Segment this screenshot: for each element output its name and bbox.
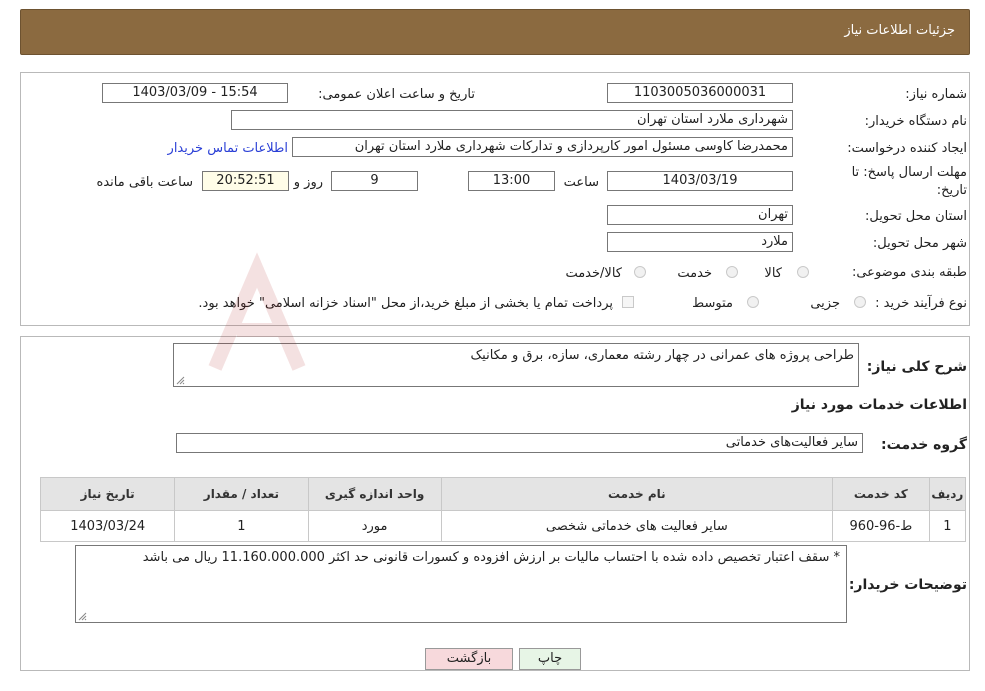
resize-grip-icon[interactable] — [176, 376, 185, 385]
cell-row-number: 1 — [928, 510, 967, 542]
category-option-goods-service: کالا/خدمت — [565, 266, 622, 281]
col-row-number: ردیف — [928, 477, 967, 511]
category-option-goods: کالا — [764, 266, 782, 281]
page-title: جزئیات اطلاعات نیاز — [844, 23, 955, 38]
cell-unit: مورد — [307, 510, 442, 542]
province-field[interactable]: تهران — [607, 205, 793, 225]
col-service-name: نام خدمت — [440, 477, 833, 511]
remaining-time-field[interactable]: 20:52:51 — [202, 171, 289, 191]
deadline-label-line1: مهلت ارسال پاسخ: تا — [851, 165, 967, 180]
page-header: جزئیات اطلاعات نیاز — [20, 9, 970, 55]
treasury-payment-checkbox[interactable] — [622, 296, 634, 308]
buyer-contact-link[interactable]: اطلاعات تماس خریدار — [168, 141, 288, 156]
need-number-field[interactable]: 1103005036000031 — [607, 83, 793, 103]
announce-datetime-field[interactable]: 1403/03/09 - 15:54 — [102, 83, 288, 103]
process-type-label: نوع فرآیند خرید : — [875, 296, 967, 311]
summary-text: طراحی پروژه های عمرانی در چهار رشته معما… — [470, 348, 854, 363]
service-group-field[interactable]: سایر فعالیت‌های خدماتی — [176, 433, 863, 453]
buyer-org-label: نام دستگاه خریدار: — [864, 114, 967, 129]
remaining-time-label: ساعت باقی مانده — [96, 175, 193, 190]
table-row[interactable]: 1 ط-96-960 سایر فعالیت های خدماتی شخصی م… — [39, 510, 967, 542]
col-unit: واحد اندازه گیری — [307, 477, 442, 511]
print-button[interactable]: چاپ — [519, 648, 581, 670]
summary-textarea[interactable]: طراحی پروژه های عمرانی در چهار رشته معما… — [173, 343, 859, 387]
process-radio-minor[interactable] — [854, 296, 866, 308]
category-label: طبقه بندی موضوعی: — [851, 265, 967, 280]
deadline-time-field[interactable]: 13:00 — [468, 171, 555, 191]
resize-grip-icon[interactable] — [78, 612, 87, 621]
buyer-notes-textarea[interactable]: * سقف اعتبار تخصیص داده شده با احتساب ما… — [75, 545, 847, 623]
buyer-notes-text: * سقف اعتبار تخصیص داده شده با احتساب ما… — [142, 550, 840, 565]
service-group-label: گروه خدمت: — [881, 437, 967, 453]
back-button[interactable]: بازگشت — [425, 648, 513, 670]
buyer-org-field[interactable]: شهرداری ملارد استان تهران — [231, 110, 793, 130]
cell-quantity: 1 — [174, 510, 309, 542]
days-remaining-field[interactable]: 9 — [331, 171, 418, 191]
deadline-time-label: ساعت — [563, 175, 599, 190]
category-radio-goods[interactable] — [797, 266, 809, 278]
process-option-medium: متوسط — [692, 296, 733, 311]
summary-label: شرح کلی نیاز: — [866, 359, 967, 375]
need-number-label: شماره نیاز: — [905, 87, 967, 102]
category-radio-service[interactable] — [726, 266, 738, 278]
services-table: ردیف کد خدمت نام خدمت واحد اندازه گیری ت… — [39, 477, 967, 542]
days-label: روز و — [293, 175, 323, 190]
city-label: شهر محل تحویل: — [872, 236, 967, 251]
process-option-minor: جزیی — [810, 296, 840, 311]
creator-field[interactable]: محمدرضا کاوسی مسئول امور کارپردازی و تدا… — [292, 137, 793, 157]
province-label: استان محل تحویل: — [865, 209, 967, 224]
deadline-label-line2: تاریخ: — [936, 183, 967, 198]
col-need-date: تاریخ نیاز — [39, 477, 176, 511]
deadline-date-field[interactable]: 1403/03/19 — [607, 171, 793, 191]
process-radio-medium[interactable] — [747, 296, 759, 308]
cell-need-date: 1403/03/24 — [39, 510, 176, 542]
treasury-payment-note: پرداخت تمام یا بخشی از مبلغ خرید،از محل … — [198, 296, 613, 311]
category-radio-goods-service[interactable] — [634, 266, 646, 278]
col-service-code: کد خدمت — [831, 477, 930, 511]
table-header-row: ردیف کد خدمت نام خدمت واحد اندازه گیری ت… — [39, 477, 967, 511]
cell-service-name: سایر فعالیت های خدماتی شخصی — [440, 510, 833, 542]
cell-service-code: ط-96-960 — [831, 510, 930, 542]
creator-label: ایجاد کننده درخواست: — [847, 141, 967, 156]
buyer-notes-label: توضیحات خریدار: — [848, 577, 967, 593]
services-heading: اطلاعات خدمات مورد نیاز — [791, 397, 967, 413]
category-option-service: خدمت — [677, 266, 712, 281]
announce-datetime-label: تاریخ و ساعت اعلان عمومی: — [318, 87, 475, 102]
col-quantity: تعداد / مقدار — [174, 477, 309, 511]
city-field[interactable]: ملارد — [607, 232, 793, 252]
